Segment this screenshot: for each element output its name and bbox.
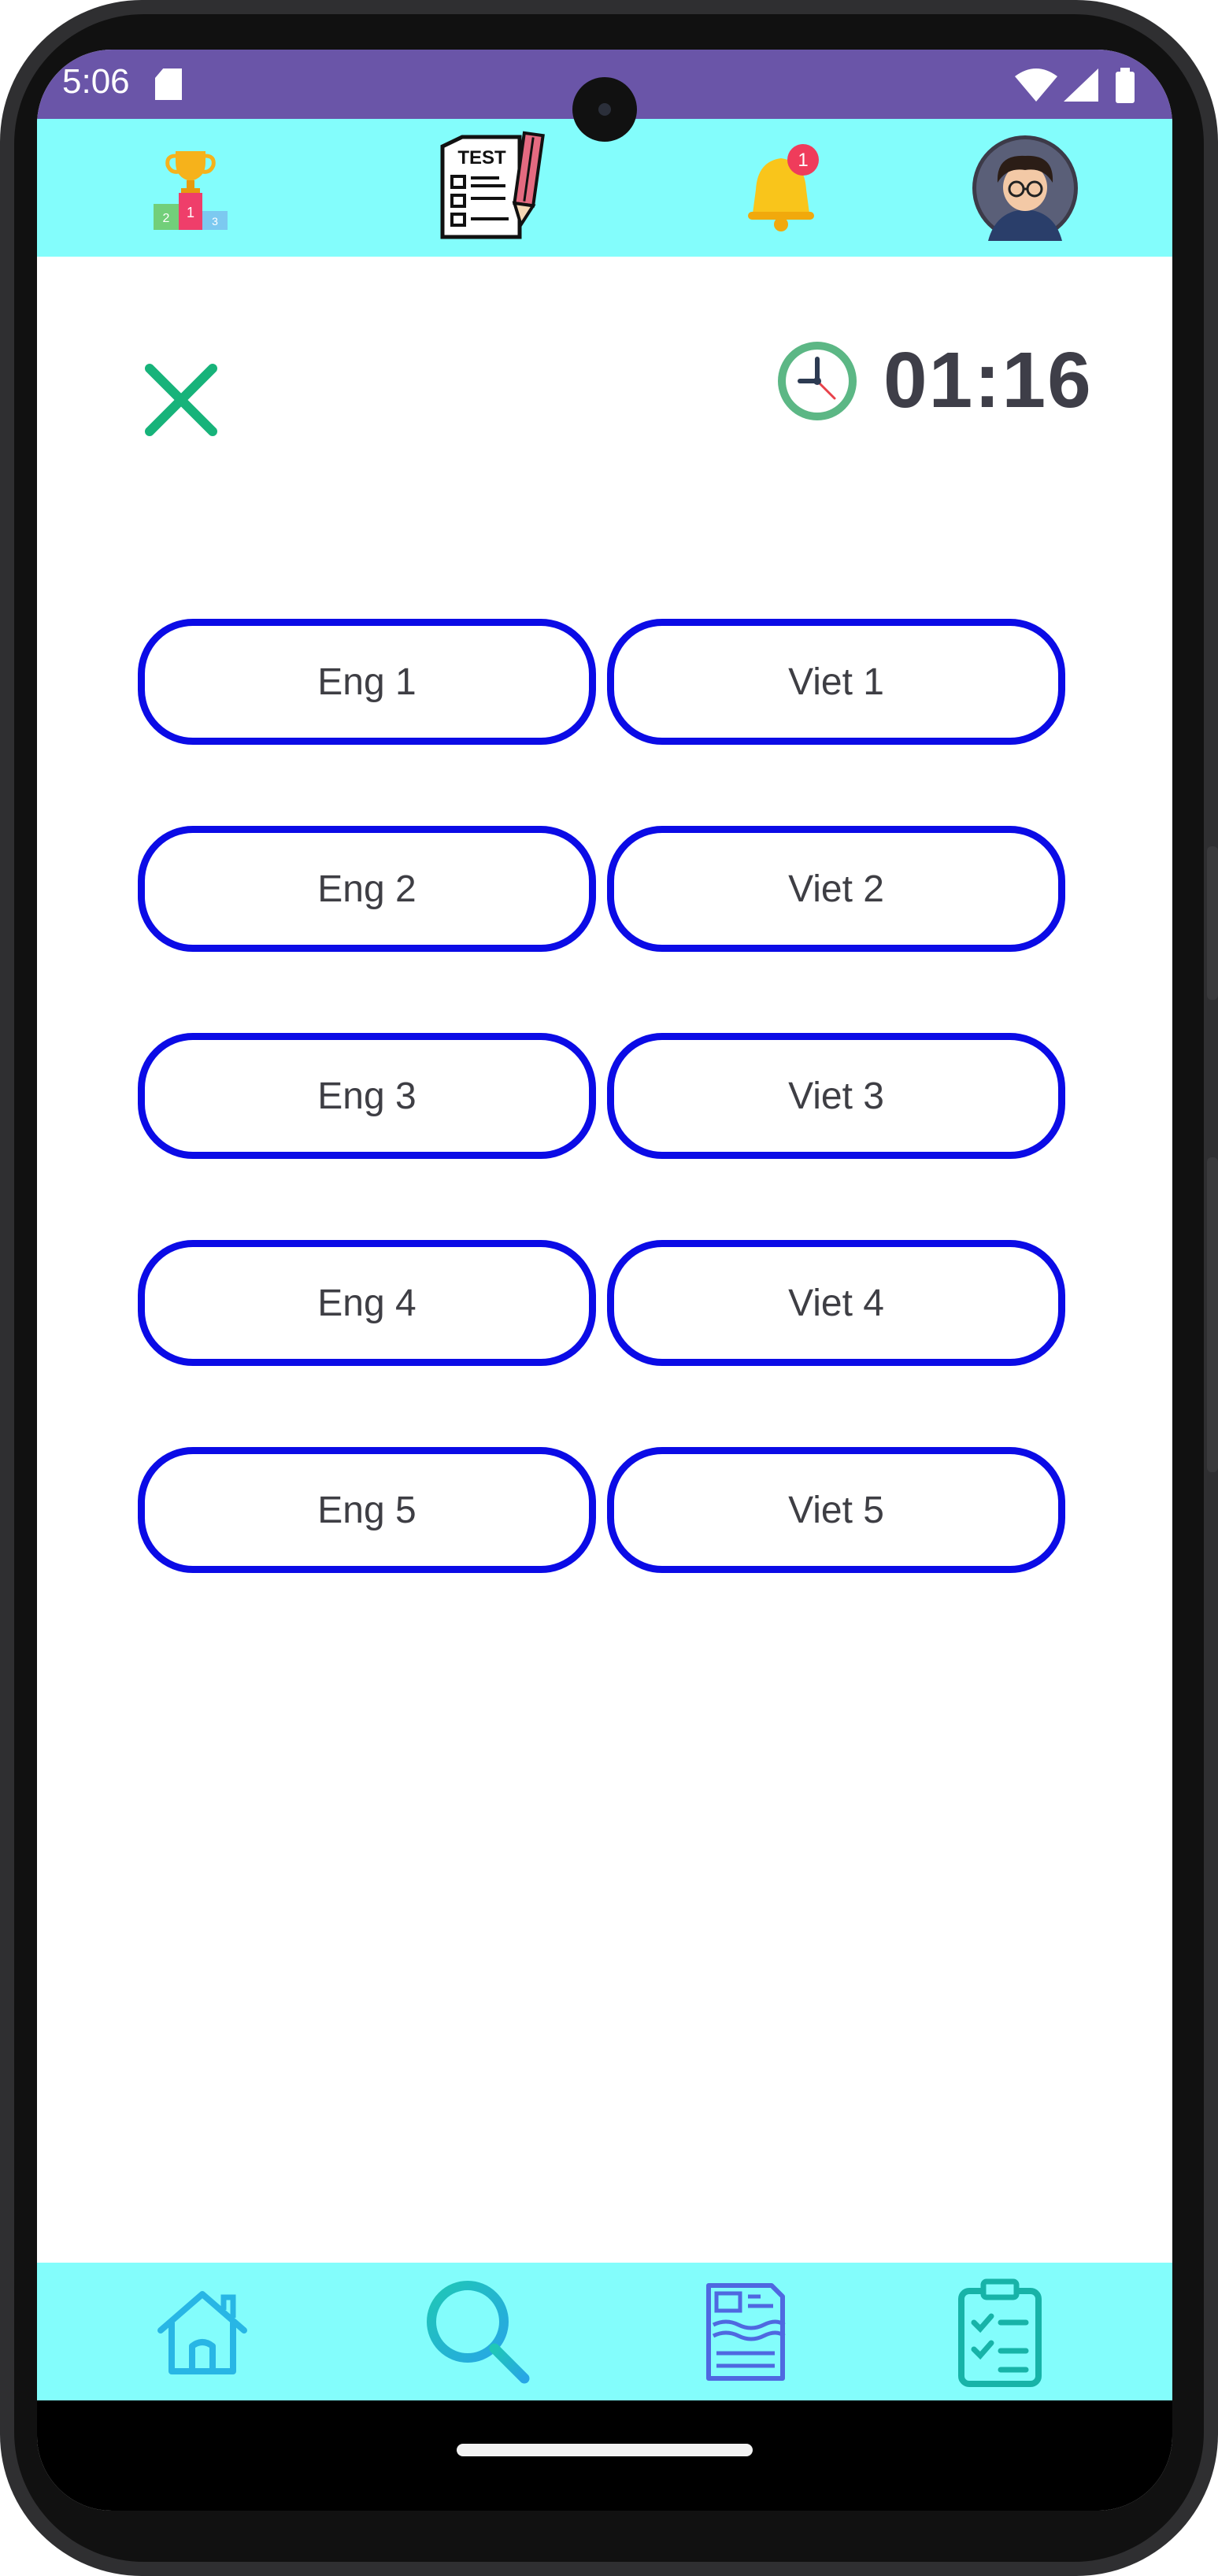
home-icon[interactable]: [139, 2263, 265, 2400]
phone-frame: 5:06 1 2 3 TEST 1 01:16 Eng 1 Viet 1 Eng…: [0, 0, 1218, 2576]
screen: 5:06 1 2 3 TEST 1 01:16 Eng 1 Viet 1 Eng…: [37, 50, 1172, 2511]
podium-first-label: 1: [187, 205, 194, 220]
news-icon[interactable]: [683, 2263, 809, 2400]
eng-word-button-4[interactable]: Eng 4: [138, 1240, 596, 1366]
search-icon[interactable]: [399, 2263, 557, 2400]
test-document-icon[interactable]: TEST: [407, 119, 565, 257]
status-icons: [1015, 65, 1141, 105]
home-gesture-pill[interactable]: [457, 2444, 753, 2456]
eng-word-button-3[interactable]: Eng 3: [138, 1033, 596, 1159]
volume-button: [1207, 846, 1218, 1000]
viet-word-button-4[interactable]: Viet 4: [607, 1240, 1065, 1366]
wifi-icon: [1015, 68, 1057, 102]
timer-display: 01:16: [883, 336, 1093, 424]
viet-word-button-3[interactable]: Viet 3: [607, 1033, 1065, 1159]
podium-second-label: 2: [163, 212, 170, 225]
clock-icon: [775, 339, 860, 424]
close-icon: [145, 364, 217, 436]
power-button: [1207, 1157, 1218, 1472]
viet-word-button-2[interactable]: Viet 2: [607, 826, 1065, 952]
gesture-navigation-area: [37, 2400, 1172, 2511]
podium-third-label: 3: [212, 215, 218, 228]
viet-word-button-1[interactable]: Viet 1: [607, 619, 1065, 745]
sd-card-icon: [155, 68, 182, 100]
bottom-navigation: [37, 2263, 1172, 2400]
battery-icon: [1116, 68, 1135, 103]
signal-icon: [1064, 68, 1098, 102]
status-time: 5:06: [62, 62, 130, 101]
test-icon-label: TEST: [457, 147, 506, 168]
leaderboard-trophy-icon[interactable]: 1 2 3: [131, 119, 250, 257]
checklist-clipboard-icon[interactable]: [941, 2263, 1059, 2400]
eng-word-button-1[interactable]: Eng 1: [138, 619, 596, 745]
notification-badge: 1: [798, 150, 808, 171]
notification-bell-icon[interactable]: 1: [730, 119, 840, 257]
avatar[interactable]: [970, 119, 1080, 257]
eng-word-button-2[interactable]: Eng 2: [138, 826, 596, 952]
close-button[interactable]: [138, 357, 224, 443]
viet-word-button-5[interactable]: Viet 5: [607, 1447, 1065, 1573]
front-camera: [572, 77, 637, 142]
eng-word-button-5[interactable]: Eng 5: [138, 1447, 596, 1573]
